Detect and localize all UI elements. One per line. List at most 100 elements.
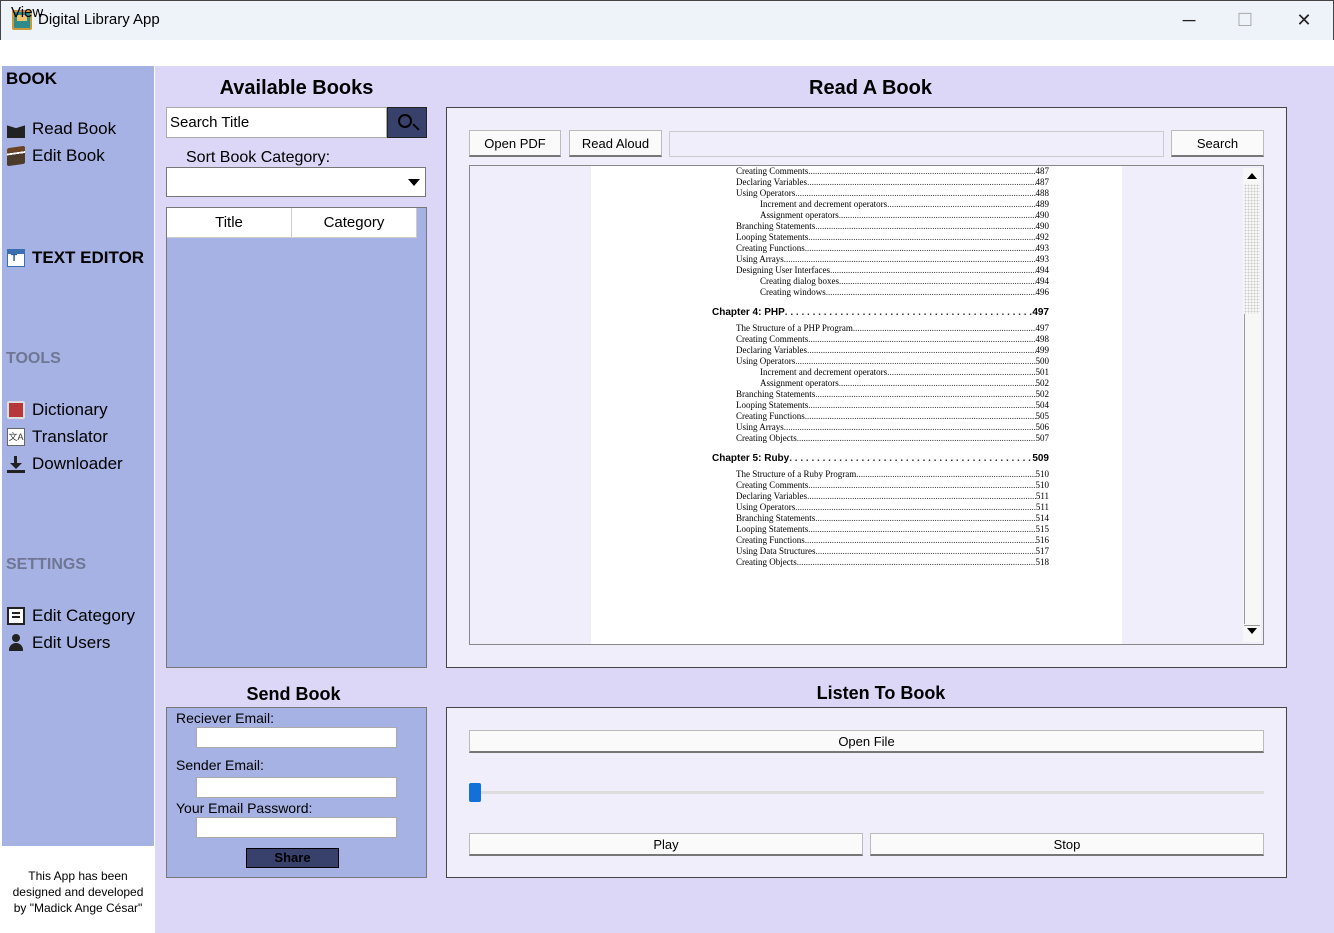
email-password-label: Your Email Password:: [176, 800, 313, 816]
toc-entry-page: 506: [1035, 422, 1050, 432]
receiver-email-field[interactable]: [196, 727, 397, 748]
toc-entry-page: 494: [1035, 265, 1050, 275]
close-button[interactable]: ✕: [1281, 8, 1327, 32]
sidebar-item-edit-category[interactable]: Edit Category: [7, 606, 135, 626]
toc-entry-page: 515: [1035, 524, 1050, 534]
toc-entry-title: Creating Functions: [736, 535, 805, 545]
toc-entry-page: 497: [1035, 323, 1050, 333]
toc-entry-title: Creating Comments: [736, 334, 809, 344]
toc-entry-title: Creating dialog boxes: [760, 276, 839, 286]
scroll-up-arrow-icon[interactable]: [1247, 173, 1257, 179]
toc-entry: Increment and decrement operators 489: [736, 199, 1049, 210]
footer-credit-line: This App has been: [28, 869, 128, 883]
pdf-viewer[interactable]: Creating Comments 487 Declaring Variables 4…: [469, 165, 1264, 645]
sidebar-item-text-editor[interactable]: TEXT EDITOR: [7, 248, 144, 268]
toc-entry: Creating Comments 498: [736, 334, 1049, 345]
footer-credit-line: designed and developed: [12, 885, 144, 899]
toc-entry-page: 490: [1035, 221, 1050, 231]
toc-entry-title: Using Operators: [736, 356, 796, 366]
column-header-category[interactable]: Category: [292, 208, 417, 238]
scrollbar-thumb[interactable]: [1244, 184, 1260, 314]
sidebar-item-label: Translator: [32, 427, 108, 446]
toc-entry-title: Using Operators: [736, 188, 796, 198]
toc-entry: Creating Functions 493: [736, 243, 1049, 254]
toc-entry-title: Declaring Variables: [736, 345, 808, 355]
listen-book-heading: Listen To Book: [816, 683, 946, 703]
toc-entry-page: 497: [1032, 307, 1049, 318]
sidebar-item-label: TEXT EDITOR: [32, 248, 145, 267]
maximize-button[interactable]: ☐: [1222, 8, 1268, 32]
pdf-scrollbar[interactable]: [1243, 168, 1261, 642]
chevron-down-icon: [408, 179, 420, 186]
books-table[interactable]: Title Category: [166, 207, 427, 668]
window-title: Digital Library App: [38, 11, 160, 28]
column-header-title[interactable]: Title: [167, 208, 292, 238]
translate-icon: 文A: [7, 428, 25, 446]
read-aloud-button[interactable]: Read Aloud: [569, 130, 662, 157]
toc-entry-page: 510: [1035, 480, 1050, 490]
toc-entry-page: 496: [1035, 287, 1050, 297]
toc-entry-page: 498: [1035, 334, 1050, 344]
toc-entry: Creating Functions 505: [736, 411, 1049, 422]
toc-entry-page: 494: [1035, 276, 1050, 286]
toc-entry-title: Creating Functions: [736, 411, 805, 421]
stop-button[interactable]: Stop: [870, 833, 1264, 856]
sidebar-item-translator[interactable]: 文A Translator: [7, 427, 108, 447]
toc-entry-title: Declaring Variables: [736, 491, 808, 501]
sidebar-item-read-book[interactable]: Read Book: [7, 119, 116, 139]
dictionary-icon: [7, 401, 25, 419]
search-icon: [398, 114, 412, 128]
audio-slider-handle[interactable]: [469, 783, 481, 802]
toc-entry: Declaring Variables 511: [736, 491, 1049, 502]
toc-entry: Using Arrays 493: [736, 254, 1049, 265]
menu-view[interactable]: View: [11, 4, 43, 21]
toc-entry-title: The Structure of a PHP Program: [736, 323, 853, 333]
open-pdf-button[interactable]: Open PDF: [469, 130, 561, 157]
toc-entry-page: 499: [1035, 345, 1050, 355]
sidebar-item-label: Read Book: [32, 119, 117, 138]
minimize-button[interactable]: ─: [1166, 8, 1212, 32]
book-search-button[interactable]: [387, 107, 427, 138]
toc-entry-title: Creating Objects: [736, 557, 797, 567]
sidebar-item-edit-book[interactable]: Edit Book: [7, 145, 105, 167]
toc-entry: Creating Comments 510: [736, 480, 1049, 491]
toc-entry: Declaring Variables 499: [736, 345, 1049, 356]
toc-entry-title: Creating Comments: [736, 480, 809, 490]
sort-category-select[interactable]: [166, 167, 426, 197]
send-book-heading: Send Book: [246, 684, 341, 704]
toc-entry: Creating Objects 507: [736, 433, 1049, 444]
book-search-input[interactable]: [166, 107, 387, 138]
sender-email-field[interactable]: [196, 777, 397, 798]
sidebar-item-downloader[interactable]: Downloader: [7, 454, 123, 474]
open-file-button[interactable]: Open File: [469, 730, 1264, 753]
share-button[interactable]: Share: [246, 848, 339, 868]
toc-entry: Increment and decrement operators 501: [736, 367, 1049, 378]
toc-entry-page: 505: [1035, 411, 1050, 421]
sidebar-item-label: Downloader: [32, 454, 123, 473]
sidebar-heading-book: BOOK: [6, 69, 57, 88]
toc-entry-page: 514: [1035, 513, 1050, 523]
pdf-search-button[interactable]: Search: [1171, 130, 1264, 157]
toc-entry: Creating windows 496: [736, 287, 1049, 298]
toc-entry-page: 489: [1035, 199, 1050, 209]
toc-entry-title: Increment and decrement operators: [760, 367, 888, 377]
toc-entry-page: 516: [1035, 535, 1050, 545]
pdf-page: Creating Comments 487 Declaring Variables 4…: [591, 166, 1122, 644]
play-button[interactable]: Play: [469, 833, 863, 856]
toc-entry-title: Creating windows: [760, 287, 826, 297]
audio-progress-slider[interactable]: [469, 791, 1264, 794]
toc-entry-page: 517: [1035, 546, 1050, 556]
toc-entry-title: Increment and decrement operators: [760, 199, 888, 209]
scroll-down-arrow-icon[interactable]: [1247, 628, 1257, 634]
sidebar-item-dictionary[interactable]: Dictionary: [7, 400, 108, 420]
email-password-field[interactable]: [196, 817, 397, 838]
toc-entry-title: Using Arrays: [736, 422, 784, 432]
sidebar-item-label: Edit Users: [32, 633, 111, 652]
toc-entry: Using Operators 511: [736, 502, 1049, 513]
toc-entry-page: 492: [1035, 232, 1050, 242]
sidebar-item-edit-users[interactable]: Edit Users: [7, 633, 110, 653]
pdf-search-input[interactable]: [669, 131, 1164, 157]
toc-entry-title: Assignment operators: [760, 378, 839, 388]
toc-entry-page: 501: [1035, 367, 1050, 377]
title-bar: [0, 0, 1334, 40]
